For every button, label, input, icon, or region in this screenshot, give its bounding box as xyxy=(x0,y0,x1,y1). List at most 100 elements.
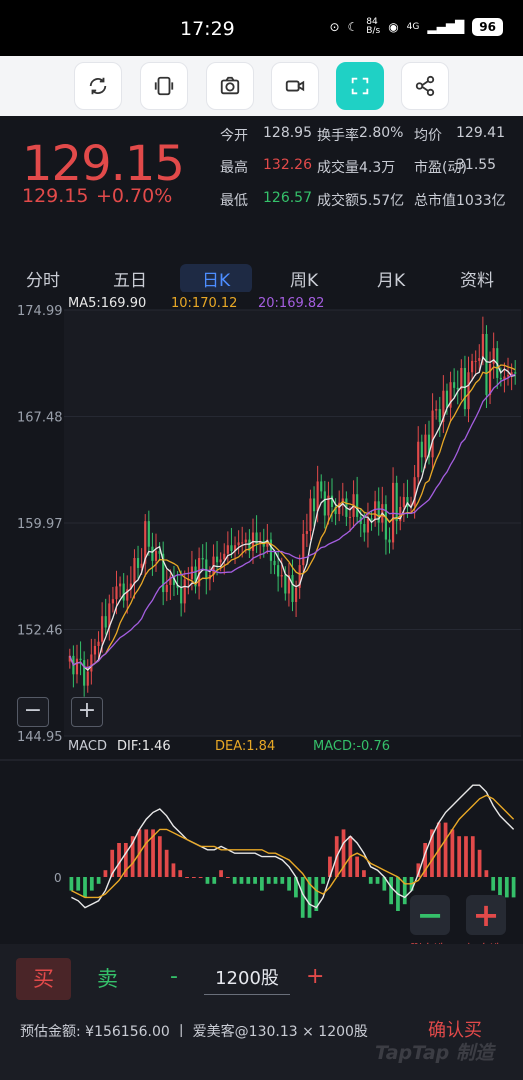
macd-dea-label: DEA:1.84 xyxy=(215,739,275,754)
candle-body xyxy=(366,518,370,533)
chart-area[interactable]: 174.99 167.48 159.97 152.46 144.95 MA5:169.90… xyxy=(0,292,523,942)
trade-panel: 买 卖 - 1200股 + 预估金额: ¥156156.00 丨 爱美客@130… xyxy=(0,944,523,1080)
candle-body xyxy=(391,482,395,543)
quantity-input[interactable]: 1200股 xyxy=(204,964,290,995)
macd-histogram-bar xyxy=(246,877,251,884)
macd-histogram-bar xyxy=(504,877,509,898)
share-button[interactable] xyxy=(401,62,449,110)
minus-icon: − xyxy=(416,896,444,934)
macd-histogram-bar xyxy=(477,849,482,877)
decrease-quantity-button[interactable]: - xyxy=(170,964,178,989)
candle-body xyxy=(75,658,79,675)
candle-body xyxy=(435,409,438,411)
candle-body xyxy=(445,390,449,408)
price-small: 129.15 xyxy=(22,185,89,207)
y-tick-label: 167.48 xyxy=(17,411,63,426)
candle-body xyxy=(79,658,82,661)
signal-icon: ▂▄▆█ xyxy=(427,20,465,34)
layers-button[interactable] xyxy=(140,62,188,110)
macd-histogram-bar xyxy=(443,822,448,877)
candle-body xyxy=(460,368,463,390)
add-favorite-button[interactable]: + xyxy=(466,895,506,935)
buy-button[interactable]: 买 xyxy=(16,958,71,1000)
tab-profile[interactable]: 资料 xyxy=(460,266,494,291)
candle-body xyxy=(312,498,316,512)
volume-label: 成交量 xyxy=(317,160,359,176)
macd-histogram-bar xyxy=(89,877,94,891)
macd-histogram-bar xyxy=(178,870,183,877)
record-button[interactable] xyxy=(271,62,319,110)
status-time: 17:29 xyxy=(180,18,235,40)
volume-value: 4.3万 xyxy=(359,160,396,176)
macd-zero-label: 0 xyxy=(54,871,62,885)
ma10-label: 10:170.12 xyxy=(171,296,237,311)
macd-histogram-bar xyxy=(464,836,468,877)
macd-histogram-bar xyxy=(212,877,217,884)
candle-body xyxy=(223,553,226,560)
amount-value: 5.57亿 xyxy=(359,193,405,209)
macd-histogram-bar xyxy=(260,877,264,891)
kline-chart[interactable]: 174.99 167.48 159.97 152.46 144.95 MA5:169.90… xyxy=(0,292,523,942)
candle-body xyxy=(86,671,89,686)
candle-body xyxy=(147,521,150,547)
candle-body xyxy=(291,575,294,602)
camera-icon xyxy=(220,76,240,95)
candle-body xyxy=(316,481,319,512)
plus-icon: + xyxy=(472,896,500,934)
macd-histogram-bar xyxy=(171,863,176,877)
macd-histogram-bar xyxy=(164,849,169,877)
macd-histogram-bar xyxy=(226,877,230,878)
price-change: +0.70% xyxy=(96,185,173,207)
candle-body xyxy=(402,497,405,507)
macd-histogram-bar xyxy=(375,877,380,884)
candle-body xyxy=(122,583,125,601)
candle-body xyxy=(136,558,140,568)
avg-label: 均价 xyxy=(414,128,442,144)
mcap-value: 1033亿 xyxy=(456,193,506,209)
increase-quantity-button[interactable]: + xyxy=(306,964,324,989)
candle-body xyxy=(151,546,154,561)
candle-body xyxy=(133,558,136,584)
candle-body xyxy=(514,372,517,374)
fullscreen-icon xyxy=(351,77,369,95)
tab-daily-k[interactable]: 日K xyxy=(180,264,253,293)
candle-body xyxy=(388,539,391,543)
macd-histogram-bar xyxy=(266,877,271,884)
screenshot-button[interactable] xyxy=(206,62,254,110)
zoom-out-button[interactable]: − xyxy=(17,697,49,727)
turnover-value: 2.80% xyxy=(359,125,404,141)
candle-body xyxy=(463,368,466,410)
candle-body xyxy=(481,333,484,359)
remove-favorite-button[interactable]: − xyxy=(410,895,450,935)
candle-body xyxy=(320,481,323,492)
tab-weekly-k[interactable]: 周K xyxy=(290,266,318,291)
macd-histogram-bar xyxy=(457,836,462,877)
macd-histogram-bar xyxy=(491,877,496,891)
tab-five-day[interactable]: 五日 xyxy=(113,266,147,291)
macd-title: MACD xyxy=(68,739,107,754)
macd-histogram-bar xyxy=(280,877,285,884)
candle-body xyxy=(219,559,222,563)
zoom-in-button[interactable]: + xyxy=(71,697,103,727)
refresh-button[interactable] xyxy=(74,62,122,110)
tab-monthly-k[interactable]: 月K xyxy=(377,266,405,291)
macd-value-label: MACD:-0.76 xyxy=(313,739,390,754)
mcap-label: 总市值 xyxy=(414,193,456,209)
sell-button[interactable]: 卖 xyxy=(97,958,127,1000)
open-value: 128.95 xyxy=(263,125,312,141)
tab-intraday[interactable]: 分时 xyxy=(26,266,60,291)
candle-body xyxy=(309,498,312,532)
turnover-label: 换手率 xyxy=(317,128,359,144)
macd-histogram-bar xyxy=(219,870,223,877)
y-tick-label: 152.46 xyxy=(17,624,63,639)
watermark: TapTap 制造 xyxy=(375,1042,494,1064)
video-icon xyxy=(285,80,305,92)
candle-body xyxy=(280,575,283,577)
current-price: 129.15 xyxy=(22,136,185,192)
refresh-icon xyxy=(89,77,107,95)
candle-body xyxy=(438,409,441,422)
candle-body xyxy=(424,434,427,458)
high-value: 132.26 xyxy=(263,157,312,173)
macd-histogram-bar xyxy=(273,877,278,884)
fullscreen-button[interactable] xyxy=(336,62,384,110)
